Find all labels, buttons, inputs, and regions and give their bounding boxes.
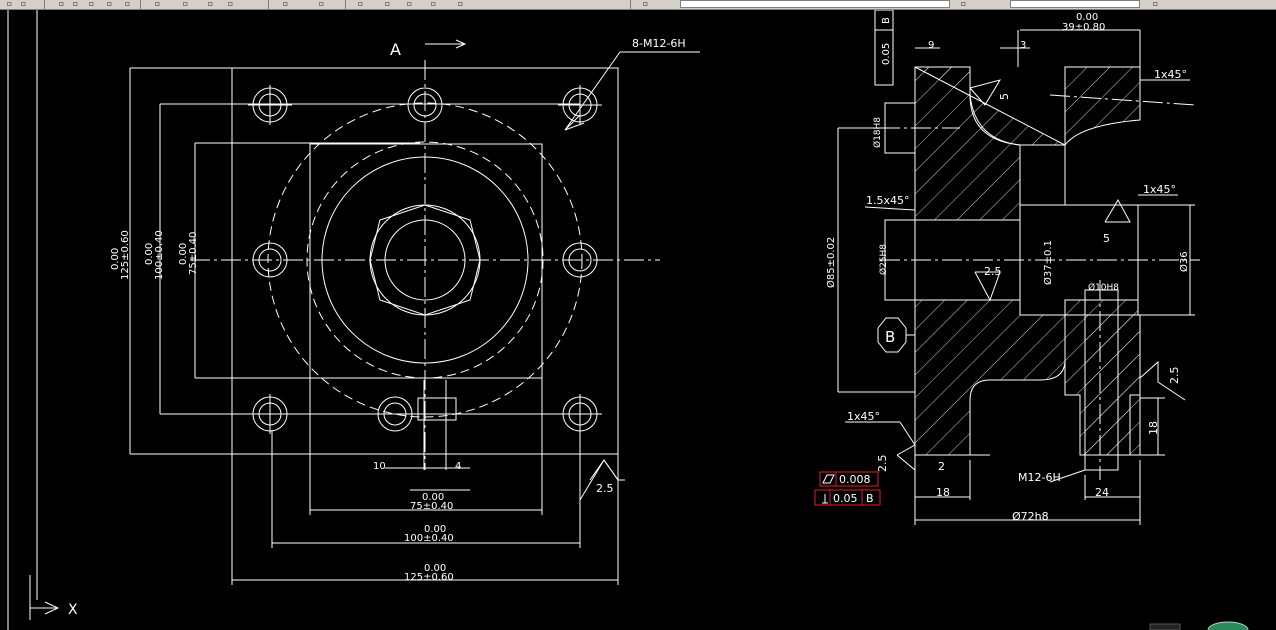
cut-icon[interactable]: ▫ <box>104 0 115 8</box>
pan-icon[interactable]: ▫ <box>280 0 291 8</box>
v-dim-outer: 0.00 125±0.60 <box>110 230 131 280</box>
layer-state-icon[interactable]: ▫ <box>958 0 969 8</box>
dia-85: Ø85±0.02 <box>825 237 837 288</box>
rough-5b: 5 <box>1103 232 1110 245</box>
cad-toolbar: ▫ ▫ ▫ ▫ ▫ ▫ ▫ ▫ ▫ ▫ ▫ ▫ ▫ ▫ ▫ ▫ ▫ ▫ ▫ ▫ … <box>0 0 1276 10</box>
ucs-icon <box>29 575 60 620</box>
toolpalette-icon[interactable]: ▫ <box>428 0 439 8</box>
dim-10: 10 <box>373 461 386 472</box>
save-icon[interactable]: ▫ <box>56 0 67 8</box>
perp-value: 0.05 <box>833 492 858 505</box>
redo-icon[interactable]: ▫ <box>225 0 236 8</box>
dim-18v: 18 <box>1147 421 1160 435</box>
dia-10: Ø10H8 <box>1088 282 1119 293</box>
drawing-canvas[interactable]: X A 8-M12-6H 0.00 125±0.60 0.00 100±0.40… <box>0 10 1276 630</box>
roughness-front: 2.5 <box>596 482 614 495</box>
flatness-top-val: 0.05 <box>881 43 892 65</box>
dim-18: 18 <box>936 486 950 499</box>
preview-icon[interactable]: ▫ <box>86 0 97 8</box>
color-dropdown[interactable] <box>1010 0 1140 8</box>
toolbar-separator <box>140 0 141 9</box>
dim-4: 4 <box>455 461 461 472</box>
chamfer-2: 1x45° <box>1143 183 1176 196</box>
toolbar-separator <box>44 0 45 9</box>
thread: M12-6H <box>1018 471 1061 484</box>
ucs-x-label: X <box>68 602 78 618</box>
toolbar-separator <box>345 0 346 9</box>
hole-callout: 8-M12-6H <box>632 37 686 50</box>
svg-text:125±0.60: 125±0.60 <box>120 230 131 280</box>
dia-37: Ø37±0.1 <box>1042 240 1054 285</box>
status-logo-icon <box>1149 621 1249 630</box>
rough-25c: 2.5 <box>876 455 889 473</box>
dim-top2: 39±0.80 <box>1062 22 1105 33</box>
linetype-icon[interactable]: ▫ <box>1150 0 1161 8</box>
svg-text:75±0.40: 75±0.40 <box>188 232 199 275</box>
help-icon[interactable]: ▫ <box>455 0 466 8</box>
rough-25b: 2.5 <box>1168 367 1181 385</box>
dia-25: Ø25H8 <box>878 244 889 275</box>
svg-text:100±0.40: 100±0.40 <box>154 230 165 280</box>
perp-datum: B <box>866 492 874 505</box>
dia-72: Ø72h8 <box>1012 510 1049 523</box>
paste-icon[interactable]: ▫ <box>152 0 163 8</box>
h-dim-100: 100±0.40 <box>404 533 454 544</box>
toolbar-separator <box>630 0 631 9</box>
flatness-value: 0.008 <box>839 473 871 486</box>
dim-24: 24 <box>1095 486 1109 499</box>
open-icon[interactable]: ▫ <box>18 0 29 8</box>
chamfer-4: 1x45° <box>847 410 880 423</box>
zoom-window-icon[interactable]: ▫ <box>355 0 366 8</box>
chamfer-3: 1.5x45° <box>866 194 910 207</box>
rough-5a: 5 <box>998 93 1011 100</box>
chamfer-1: 1x45° <box>1154 68 1187 81</box>
v-dim-inner: 0.00 75±0.40 <box>178 232 199 275</box>
copy-icon[interactable]: ▫ <box>122 0 133 8</box>
dia-36: Ø36 <box>1178 251 1190 272</box>
toolbar-separator <box>268 0 269 9</box>
dia-18: Ø18H8 <box>872 117 883 148</box>
designcenter-icon[interactable]: ▫ <box>404 0 415 8</box>
v-dim-mid: 0.00 100±0.40 <box>144 230 165 280</box>
viewport-border <box>7 10 38 630</box>
match-icon[interactable]: ▫ <box>180 0 191 8</box>
section-label-a: A <box>390 40 401 59</box>
print-icon[interactable]: ▫ <box>70 0 81 8</box>
datum-b-top: B <box>881 17 892 24</box>
side-view <box>837 10 1200 525</box>
zoom-icon[interactable]: ▫ <box>316 0 327 8</box>
new-icon[interactable]: ▫ <box>4 0 15 8</box>
h-dim-75: 75±0.40 <box>410 501 453 512</box>
dim-3: 3 <box>1020 40 1026 51</box>
undo-icon[interactable]: ▫ <box>205 0 216 8</box>
layer-icon[interactable]: ▫ <box>640 0 651 8</box>
properties-icon[interactable]: ▫ <box>382 0 393 8</box>
layer-dropdown[interactable] <box>680 0 950 8</box>
rough-25a: 2.5 <box>984 265 1002 278</box>
dim-9: 9 <box>928 40 934 51</box>
h-dim-125: 125±0.60 <box>404 572 454 583</box>
datum-b: B <box>885 328 895 346</box>
dim-2: 2 <box>938 460 945 473</box>
